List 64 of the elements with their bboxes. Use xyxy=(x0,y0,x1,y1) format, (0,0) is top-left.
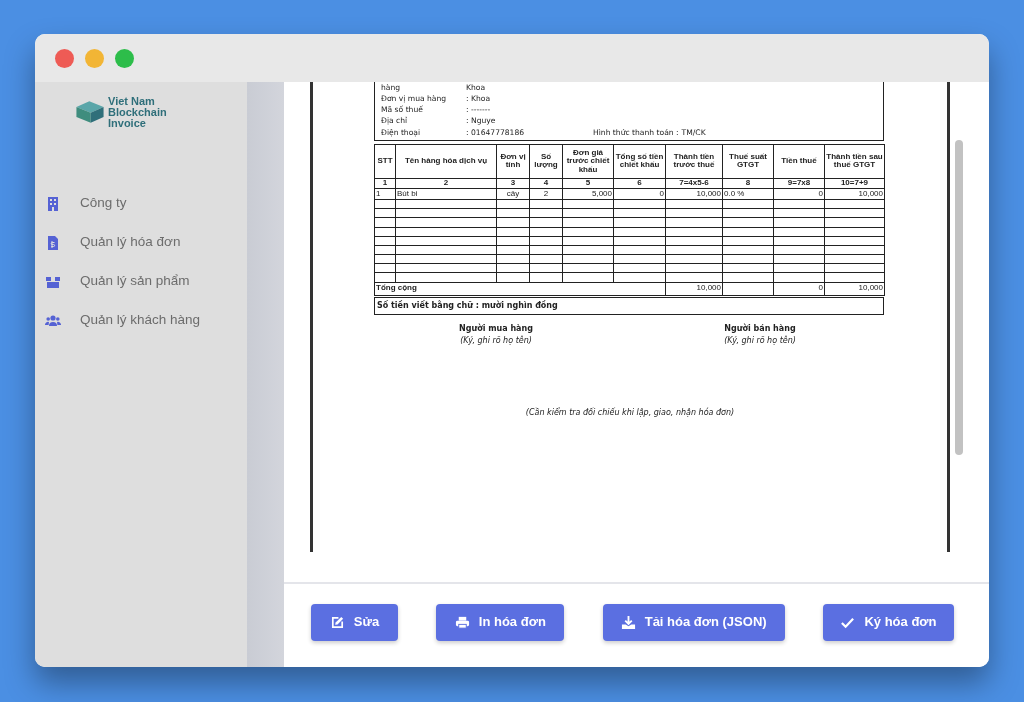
invoice-file-icon xyxy=(45,234,61,251)
download-icon xyxy=(620,614,636,630)
total-cell: 10,000 xyxy=(824,282,885,296)
logo-cube-icon xyxy=(75,99,105,125)
sidebar-item-label[interactable]: Quản lý hóa đơn xyxy=(80,232,181,253)
scrollbar-thumb[interactable] xyxy=(955,140,963,455)
column-index: 6 xyxy=(613,178,666,189)
signature-title: Người bán hàng xyxy=(724,322,796,335)
sidebar-item-label[interactable]: Quản lý sản phẩm xyxy=(80,271,190,292)
column-index: 10=7+9 xyxy=(824,178,885,189)
table-cell: cây xyxy=(496,188,530,200)
table-cell: 5,000 xyxy=(562,188,614,200)
zoom-button[interactable] xyxy=(115,48,134,68)
column-index: 8 xyxy=(722,178,774,189)
column-header: Tiền thuế xyxy=(773,144,825,179)
table-cell: 0 xyxy=(773,188,825,200)
sidebar-item[interactable]: Quản lý khách hàng xyxy=(35,301,247,340)
column-header: Số lượng xyxy=(529,144,563,179)
sidebar-item[interactable]: Công ty xyxy=(35,184,247,223)
amount-in-words: Số tiền viết bằng chữ : mười nghìn đồng xyxy=(374,296,884,315)
column-index: 2 xyxy=(395,178,497,189)
column-header: Thuế suất GTGT xyxy=(722,144,774,179)
edit-icon xyxy=(329,614,345,630)
table-cell: 2 xyxy=(529,188,563,200)
column-header: Tên hàng hóa dịch vụ xyxy=(395,144,497,179)
action-button[interactable]: In hóa đơn xyxy=(436,603,565,641)
table-cell: Bút bi xyxy=(395,188,497,200)
total-cell: 10,000 xyxy=(665,282,723,296)
signature-title: Người mua hàng xyxy=(459,322,533,335)
table-cell: 0 xyxy=(613,188,666,200)
column-header: STT xyxy=(374,144,396,179)
column-index: 4 xyxy=(529,178,563,189)
sidebar-item-label[interactable]: Công ty xyxy=(80,193,127,214)
sidebar-item[interactable]: Quản lý hóa đơn xyxy=(35,223,247,262)
column-index: 5 xyxy=(562,178,614,189)
logo-text: Viet Nam Blockchain Invoice xyxy=(108,95,167,129)
column-index: 1 xyxy=(374,178,396,189)
sidebar-item-label[interactable]: Quản lý khách hàng xyxy=(80,310,201,331)
column-header: Thành tiền sau thuế GTGT xyxy=(824,144,885,179)
sidebar-item[interactable]: Quản lý sản phẩm xyxy=(35,262,247,301)
table-cell: 1 xyxy=(374,188,396,200)
table-cell: 10,000 xyxy=(824,188,885,200)
column-header: Đơn vị tính xyxy=(496,144,530,179)
signature-hint: (Ký, ghi rõ họ tên) xyxy=(724,334,796,347)
note-text: (Cần kiểm tra đối chiếu khi lập, giao, nhận hóa đơn) xyxy=(524,406,736,419)
printer-icon xyxy=(454,614,470,630)
column-header: Đơn giá trước chiết khấu xyxy=(562,144,614,179)
column-header: Tổng số tiền chiết khấu xyxy=(613,144,666,179)
table-cell: 10,000 xyxy=(665,188,723,200)
total-cell: 0 xyxy=(773,282,825,296)
total-label: Tổng cộng xyxy=(374,282,666,296)
close-button[interactable] xyxy=(55,48,74,68)
signature-hint: (Ký, ghi rõ họ tên) xyxy=(460,334,532,347)
action-button[interactable]: Sửa xyxy=(311,603,398,641)
column-index: 3 xyxy=(496,178,530,189)
building-icon xyxy=(45,195,61,212)
column-header: Thành tiền trước thuế xyxy=(665,144,723,179)
action-button[interactable]: Ký hóa đơn xyxy=(823,603,954,641)
column-index: 7=4x5-6 xyxy=(665,178,723,189)
action-button[interactable]: Tải hóa đơn (JSON) xyxy=(602,603,785,641)
column-index: 9=7x8 xyxy=(773,178,825,189)
users-icon xyxy=(45,312,61,329)
table-cell: 0.0 % xyxy=(722,188,774,200)
minimize-button[interactable] xyxy=(85,48,104,68)
